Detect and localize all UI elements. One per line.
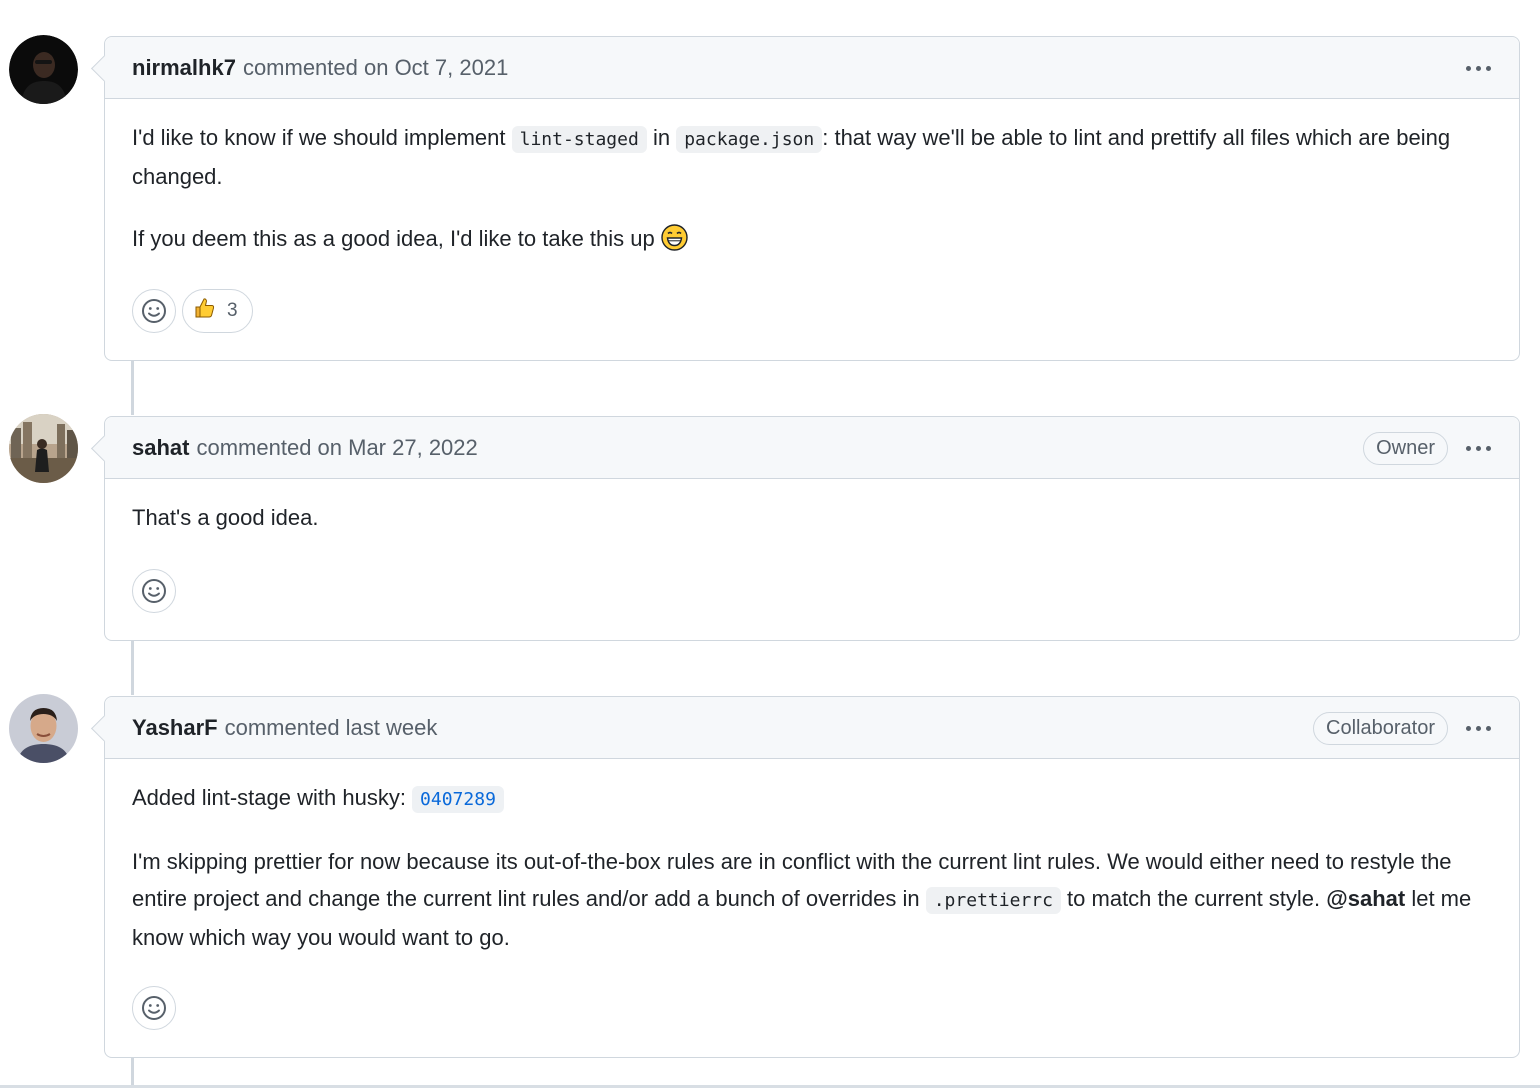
smiley-icon[interactable] (132, 986, 176, 1030)
comment-card: nirmalhk7 commented on Oct 7, 2021 I'd l… (104, 36, 1520, 361)
comment-header: YasharF commented last week Collaborator (105, 697, 1519, 759)
role-badge: Owner (1363, 431, 1448, 465)
thumbs-up-icon (193, 296, 217, 326)
comment-author[interactable]: nirmalhk7 (132, 55, 236, 81)
grinning-face-icon (661, 224, 688, 262)
smiley-icon[interactable] (132, 289, 176, 333)
kebab-horizontal-icon[interactable] (1466, 445, 1491, 451)
inline-code: lint-staged (511, 126, 647, 153)
timeline-connector (131, 640, 134, 695)
comment-paragraph: If you deem this as a good idea, I'd lik… (132, 220, 1492, 262)
comment-card: YasharF commented last week Collaborator… (104, 696, 1520, 1058)
comment-body: I'd like to know if we should implement … (105, 99, 1519, 262)
reactions-bar: 3 (132, 289, 253, 333)
role-badge: Collaborator (1313, 711, 1448, 745)
reaction-count: 3 (227, 300, 238, 321)
header-actions: Owner (1363, 417, 1491, 479)
comment-timestamp[interactable]: commented on Oct 7, 2021 (243, 55, 508, 81)
comment-author[interactable]: YasharF (132, 715, 218, 741)
avatar-image (9, 694, 78, 763)
header-actions: Collaborator (1313, 697, 1491, 759)
comment-header: sahat commented on Mar 27, 2022 Owner (105, 417, 1519, 479)
text-segment: I'd like to know if we should implement (132, 125, 512, 150)
comment-card: sahat commented on Mar 27, 2022 Owner Th… (104, 416, 1520, 641)
commit-sha-link[interactable]: 0407289 (412, 786, 504, 813)
user-mention-link[interactable]: @sahat (1326, 886, 1405, 911)
kebab-horizontal-icon[interactable] (1466, 725, 1491, 731)
comment-body: That's a good idea. (105, 479, 1519, 536)
comment-paragraph: I'd like to know if we should implement … (132, 119, 1492, 195)
text-segment: to match the current style. (1060, 886, 1327, 911)
text-segment: in (646, 125, 677, 150)
avatar-image (9, 414, 78, 483)
timeline-connector (131, 1057, 134, 1087)
avatar-image (9, 35, 78, 104)
comment-paragraph: Added lint-stage with husky: 0407289 (132, 779, 1492, 818)
comment-body: Added lint-stage with husky: 0407289 I'm… (105, 759, 1519, 956)
timeline-connector (131, 360, 134, 415)
comment-timestamp[interactable]: commented on Mar 27, 2022 (196, 435, 477, 461)
comment-timestamp[interactable]: commented last week (225, 715, 438, 741)
text-segment: Added lint-stage with husky: (132, 785, 413, 810)
timeline-divider (0, 1085, 1540, 1088)
comment-paragraph: That's a good idea. (132, 505, 319, 530)
avatar-yasharf[interactable] (9, 694, 78, 763)
smiley-icon[interactable] (132, 569, 176, 613)
comment-paragraph: I'm skipping prettier for now because it… (132, 843, 1492, 956)
reaction-thumbs-up-button[interactable]: 3 (182, 289, 253, 333)
reactions-bar (132, 569, 176, 613)
inline-code: package.json (676, 126, 823, 153)
comment-header: nirmalhk7 commented on Oct 7, 2021 (105, 37, 1519, 99)
text-segment: If you deem this as a good idea, I'd lik… (132, 226, 661, 251)
inline-code: .prettierrc (925, 887, 1061, 914)
comment-author[interactable]: sahat (132, 435, 189, 461)
reactions-bar (132, 986, 176, 1030)
kebab-horizontal-icon[interactable] (1466, 65, 1491, 71)
avatar-nirmalhk7[interactable] (9, 35, 78, 104)
header-actions (1466, 37, 1491, 99)
avatar-sahat[interactable] (9, 414, 78, 483)
